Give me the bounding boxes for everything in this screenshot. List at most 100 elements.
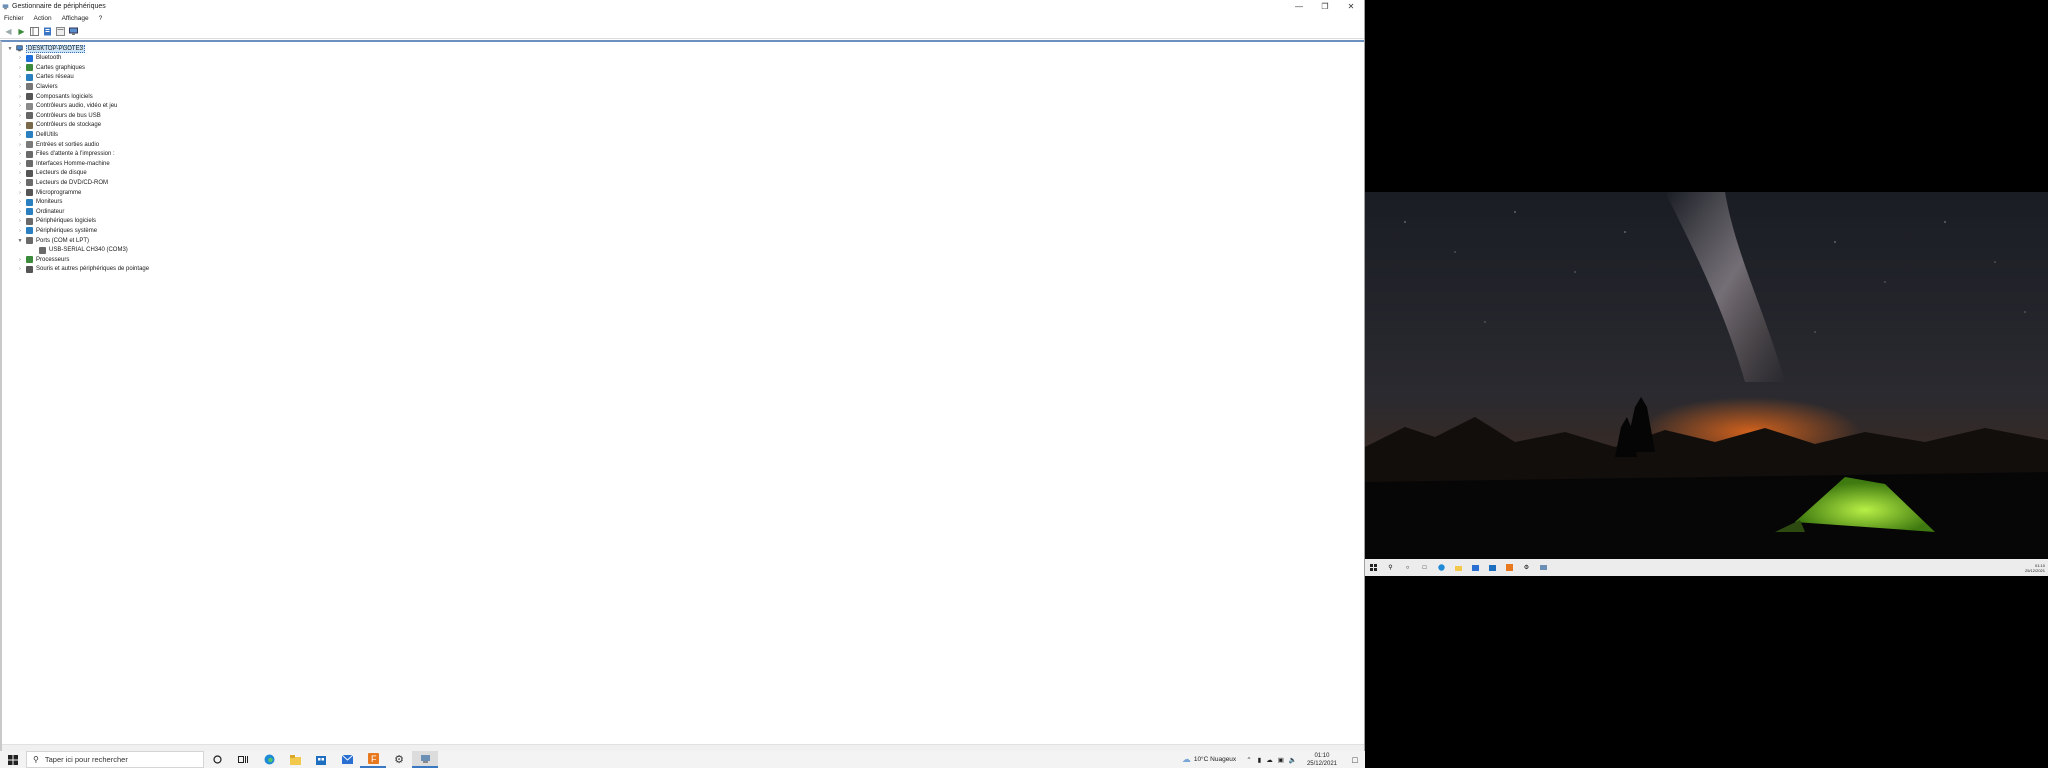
tree-item-ordinateur[interactable]: › Ordinateur: [17, 207, 64, 216]
menu-help[interactable]: ?: [99, 15, 103, 22]
edge-icon[interactable]: [256, 751, 282, 768]
expand-chevron-icon[interactable]: ›: [17, 84, 23, 90]
firefox-icon[interactable]: F: [360, 751, 386, 768]
settings-icon[interactable]: ⚙: [386, 751, 412, 768]
right-cortana-icon[interactable]: ○: [1399, 559, 1416, 576]
tree-item-dellutils[interactable]: › DellUtils: [17, 130, 58, 139]
horizontal-scrollbar[interactable]: [2, 744, 1364, 751]
tree-item-label: Cartes réseau: [36, 74, 74, 81]
expand-chevron-icon[interactable]: ›: [17, 94, 23, 100]
weather-icon[interactable]: ☁: [1182, 754, 1191, 765]
menu-action[interactable]: Action: [34, 15, 52, 22]
device-manager-icon[interactable]: [412, 751, 438, 768]
expand-chevron-icon[interactable]: ›: [17, 190, 23, 196]
menu-fichier[interactable]: Fichier: [4, 15, 24, 22]
tree-root[interactable]: ▼ DESKTOP-PGOTE3: [7, 44, 85, 53]
tree-item-label: Ports (COM et LPT): [36, 237, 90, 244]
expand-chevron-icon[interactable]: ›: [17, 65, 23, 71]
expand-chevron-icon[interactable]: ›: [17, 74, 23, 80]
tree-item-controleurs-audio-video-et-jeu[interactable]: › Contrôleurs audio, vidéo et jeu: [17, 102, 117, 111]
expand-chevron-icon[interactable]: ›: [17, 132, 23, 138]
volume-icon[interactable]: 🔈: [1289, 756, 1297, 764]
right-settings-icon[interactable]: ⚙: [1518, 559, 1535, 576]
expand-chevron-icon[interactable]: ›: [17, 55, 23, 61]
right-device-manager-icon[interactable]: [1535, 559, 1552, 576]
taskbar-search-box[interactable]: ⚲ Taper ici pour rechercher: [26, 751, 204, 768]
expand-chevron-icon[interactable]: ›: [17, 199, 23, 205]
expand-chevron-icon[interactable]: ›: [17, 113, 23, 119]
expand-chevron-icon[interactable]: ›: [17, 170, 23, 176]
weather-text[interactable]: 10°C Nuageux: [1194, 756, 1236, 763]
network-icon[interactable]: ▣: [1278, 756, 1284, 764]
cortana-icon[interactable]: [204, 751, 230, 768]
expand-chevron-icon[interactable]: ›: [17, 122, 23, 128]
task-view-icon[interactable]: [230, 751, 256, 768]
usb-device-icon[interactable]: ▮: [1258, 756, 1262, 764]
tree-item-peripheriques-logiciels[interactable]: › Périphériques logiciels: [17, 217, 96, 226]
right-mail-icon[interactable]: [1467, 559, 1484, 576]
right-store-icon[interactable]: [1484, 559, 1501, 576]
start-button[interactable]: [0, 751, 26, 768]
expand-chevron-icon[interactable]: ›: [17, 209, 23, 215]
tree-item-cartes-reseau[interactable]: › Cartes réseau: [17, 73, 74, 82]
right-file-explorer-icon[interactable]: [1450, 559, 1467, 576]
right-firefox-icon[interactable]: [1501, 559, 1518, 576]
tree-item-ports-com-et-lpt[interactable]: ▼ Ports (COM et LPT): [17, 236, 89, 245]
right-edge-icon[interactable]: [1433, 559, 1450, 576]
help-pane-icon[interactable]: [56, 26, 65, 36]
tree-item-lecteurs-de-dvd-cd-rom[interactable]: › Lecteurs de DVD/CD-ROM: [17, 178, 108, 187]
tree-item-controleurs-de-stockage[interactable]: › Contrôleurs de stockage: [17, 121, 101, 130]
collapse-chevron-icon[interactable]: ▼: [17, 238, 23, 244]
right-search-icon[interactable]: ⚲: [1382, 559, 1399, 576]
notification-center-icon[interactable]: □: [1345, 755, 1365, 765]
right-clock[interactable]: 01:10 25/12/2021: [2025, 563, 2048, 573]
onedrive-icon[interactable]: ☁: [1266, 756, 1273, 764]
tree-item-lecteurs-de-disque[interactable]: › Lecteurs de disque: [17, 169, 87, 178]
show-hidden-icons-chevron-icon[interactable]: ⌃: [1246, 756, 1251, 764]
file-explorer-icon[interactable]: [282, 751, 308, 768]
tree-item-label: Périphériques système: [36, 227, 98, 234]
tree-item-entrees-et-sorties-audio[interactable]: › Entrées et sorties audio: [17, 140, 99, 149]
expand-chevron-icon[interactable]: ›: [17, 266, 23, 272]
tree-item-souris-et-autres-peripheriques-de-pointage[interactable]: › Souris et autres périphériques de point…: [17, 265, 149, 274]
menu-affichage[interactable]: Affichage: [62, 15, 89, 22]
expand-chevron-icon[interactable]: ›: [17, 257, 23, 263]
right-start-button[interactable]: [1365, 559, 1382, 576]
tree-item-composants-logiciels[interactable]: › Composants logiciels: [17, 92, 93, 101]
minimize-button[interactable]: —: [1286, 0, 1312, 12]
expand-chevron-icon[interactable]: ›: [17, 218, 23, 224]
forward-arrow-icon[interactable]: ▶: [17, 27, 26, 36]
keyboard-icon: [26, 83, 33, 91]
software-device-icon: [26, 217, 33, 225]
expand-chevron-icon[interactable]: ›: [17, 228, 23, 234]
store-icon[interactable]: [308, 751, 334, 768]
collapse-chevron-icon[interactable]: ▼: [7, 46, 13, 52]
restore-button[interactable]: ❐: [1312, 0, 1338, 12]
properties-icon[interactable]: [43, 27, 52, 36]
expand-chevron-icon[interactable]: ›: [17, 180, 23, 186]
tree-item-interfaces-homme-machine[interactable]: › Interfaces Homme-machine: [17, 159, 110, 168]
tree-item-cartes-graphiques[interactable]: › Cartes graphiques: [17, 63, 85, 72]
tree-item-microprogramme[interactable]: › Microprogramme: [17, 188, 81, 197]
back-arrow-icon[interactable]: ◀: [4, 27, 13, 36]
expand-chevron-icon[interactable]: ›: [17, 161, 23, 167]
show-hide-tree-icon[interactable]: [30, 26, 39, 36]
tree-item-label: Entrées et sorties audio: [36, 141, 100, 148]
tree-item-peripheriques-systeme[interactable]: › Périphériques système: [17, 226, 97, 235]
tree-item-moniteurs[interactable]: › Moniteurs: [17, 198, 62, 207]
tree-item-controleurs-de-bus-usb[interactable]: › Contrôleurs de bus USB: [17, 111, 101, 120]
tree-item-bluetooth[interactable]: › Bluetooth: [17, 54, 61, 63]
close-button[interactable]: ✕: [1338, 0, 1364, 12]
expand-chevron-icon[interactable]: ›: [17, 151, 23, 157]
tree-item-usb-serial-ch340-com3[interactable]: USB-SERIAL CH340 (COM3): [30, 246, 128, 255]
expand-chevron-icon[interactable]: ›: [17, 103, 23, 109]
right-task-view-icon[interactable]: □: [1416, 559, 1433, 576]
tree-item-processeurs[interactable]: › Processeurs: [17, 255, 69, 264]
expand-chevron-icon[interactable]: ›: [17, 142, 23, 148]
toolbar: ◀ ▶: [0, 24, 1364, 39]
scan-hardware-icon[interactable]: [69, 27, 78, 36]
tree-item-claviers[interactable]: › Claviers: [17, 82, 58, 91]
clock[interactable]: 01:10 25/12/2021: [1307, 752, 1337, 768]
tree-item-files-d-attente-a-l-impression[interactable]: › Files d'attente à l'impression :: [17, 150, 115, 159]
mail-icon[interactable]: [334, 751, 360, 768]
